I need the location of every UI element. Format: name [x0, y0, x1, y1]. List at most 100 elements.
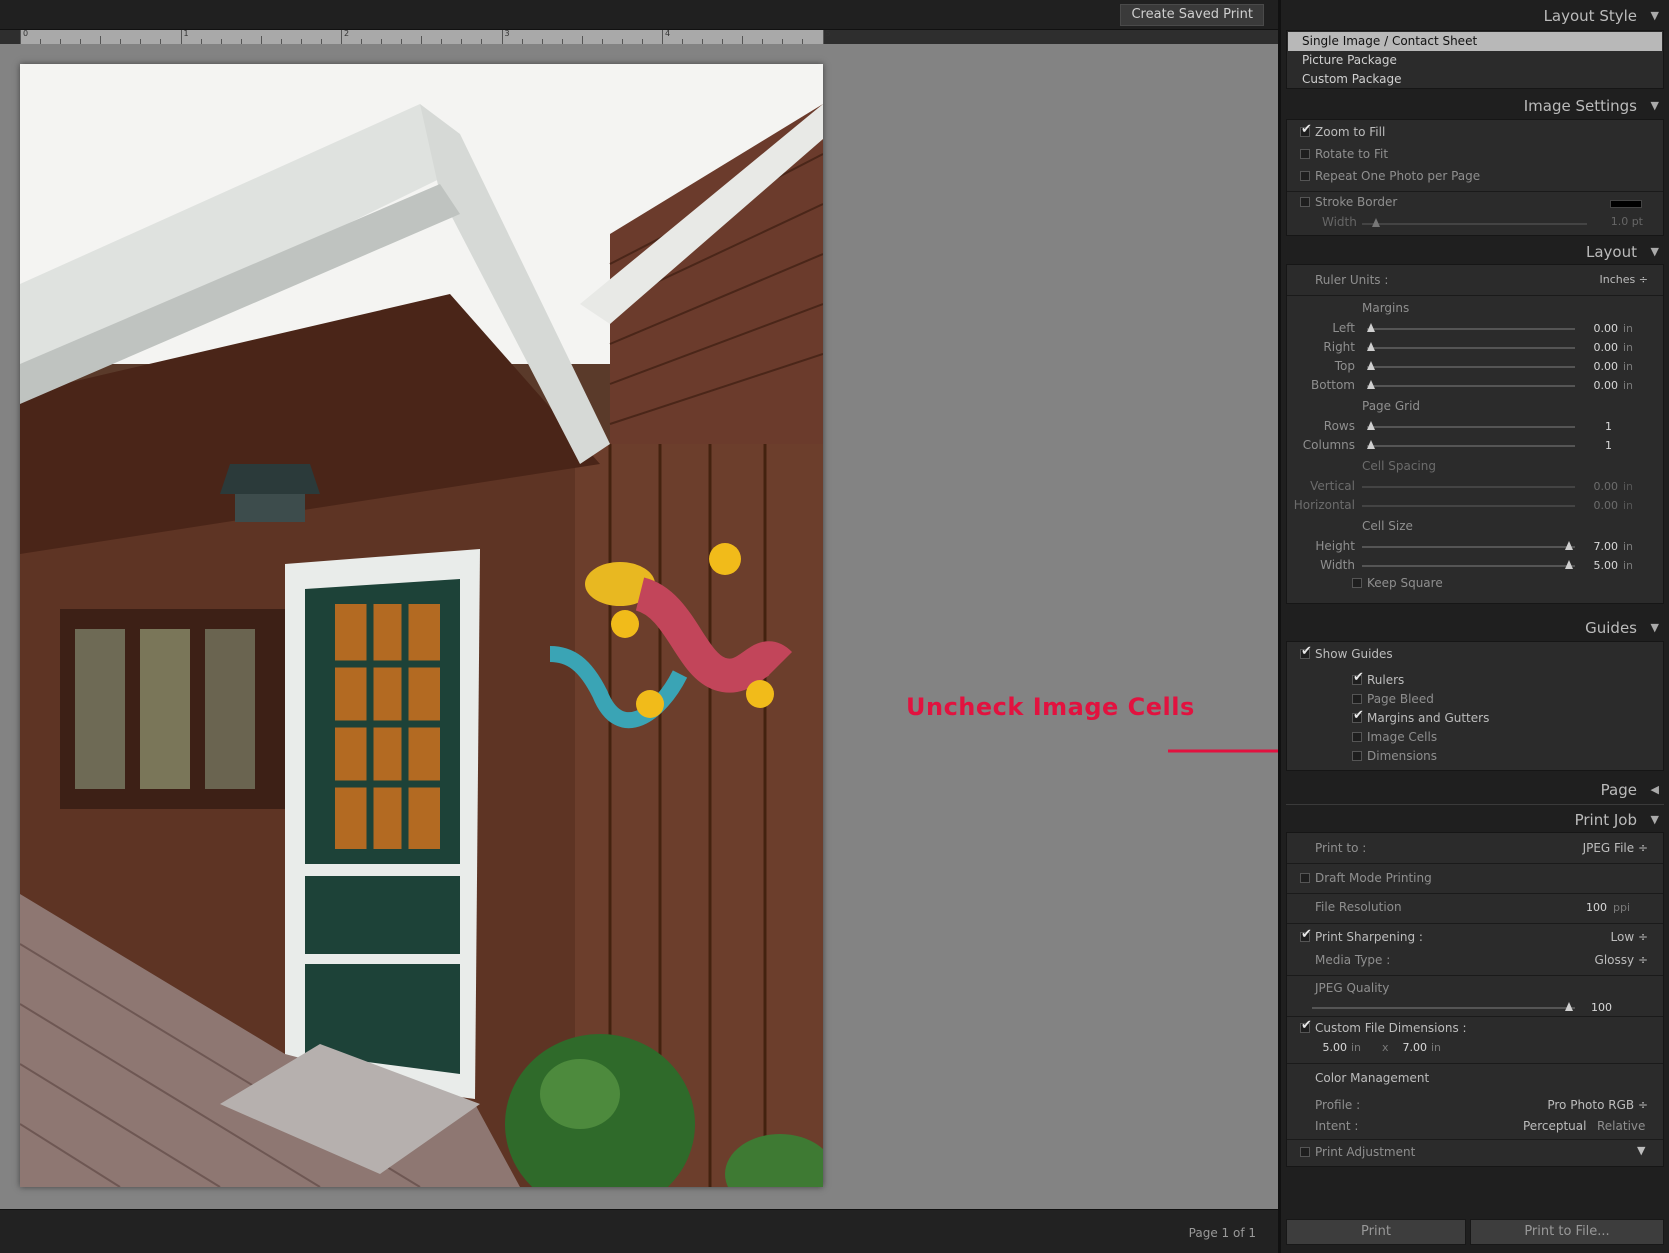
cell-width-value[interactable]: 5.00 [1582, 559, 1619, 572]
margin-top-value[interactable]: 0.00 [1582, 360, 1619, 373]
stroke-border-checkbox[interactable] [1300, 197, 1310, 207]
cell-height-slider[interactable] [1362, 541, 1575, 550]
guides-title: Guides [1585, 619, 1637, 637]
vertical-spacing-value[interactable]: 0.00 [1582, 480, 1619, 493]
margin-top-unit: in [1623, 360, 1634, 373]
rotate-to-fit-checkbox[interactable] [1300, 149, 1310, 159]
ruler-minor-tick [100, 36, 102, 44]
custom-height-value[interactable]: 7.00 [1397, 1041, 1428, 1054]
print-job-box: Print to : JPEG File ÷ Draft Mode Printi… [1286, 832, 1664, 1167]
custom-dimensions-checkbox[interactable] [1300, 1018, 1312, 1033]
image-settings-header[interactable]: Image Settings ▼ [1281, 92, 1669, 120]
cell-height-value[interactable]: 7.00 [1582, 540, 1619, 553]
print-canvas [0, 44, 1278, 1209]
collapse-arrow-icon[interactable]: ▼ [1651, 621, 1659, 634]
print-adjustment-checkbox[interactable] [1300, 1147, 1310, 1157]
print-sharpening-checkbox[interactable] [1300, 927, 1312, 942]
horizontal-spacing-slider[interactable] [1362, 505, 1575, 507]
print-to-file-button[interactable]: Print to File... [1470, 1219, 1664, 1245]
file-resolution-label: File Resolution [1315, 900, 1402, 914]
keep-square-checkbox[interactable] [1352, 578, 1362, 588]
margin-top-label: Top [1334, 359, 1355, 373]
rows-label: Rows [1323, 419, 1355, 433]
margin-left-value[interactable]: 0.00 [1582, 322, 1619, 335]
print-job-header[interactable]: Print Job ▼ [1281, 806, 1669, 834]
rows-value[interactable]: 1 [1582, 420, 1612, 433]
ruler-minor-tick [260, 36, 262, 44]
custom-dims-x: x [1382, 1041, 1389, 1054]
vertical-spacing-unit: in [1623, 480, 1634, 493]
margin-left-label: Left [1332, 321, 1355, 335]
margins-gutters-checkbox[interactable] [1352, 708, 1364, 723]
jpeg-quality-slider[interactable] [1312, 1002, 1575, 1011]
rows-slider[interactable] [1367, 421, 1575, 430]
layout-style-single-image[interactable]: Single Image / Contact Sheet [1288, 32, 1662, 51]
dimensions-checkbox[interactable] [1352, 751, 1362, 761]
ruler-track: 0 1 2 3 4 5 [20, 29, 831, 44]
dimensions-label: Dimensions [1367, 749, 1438, 763]
ruler-number: 5 [825, 29, 831, 38]
columns-label: Columns [1302, 438, 1355, 452]
draft-mode-checkbox[interactable] [1300, 873, 1310, 883]
collapse-arrow-icon[interactable]: ▼ [1651, 99, 1659, 112]
margin-bottom-value[interactable]: 0.00 [1582, 379, 1619, 392]
print-adjustment-label: Print Adjustment [1315, 1145, 1416, 1159]
rulers-checkbox[interactable] [1352, 670, 1364, 685]
intent-perceptual[interactable]: Perceptual [1523, 1119, 1586, 1133]
margin-top-slider[interactable] [1367, 361, 1575, 370]
columns-slider[interactable] [1367, 440, 1575, 449]
jpeg-quality-value[interactable]: 100 [1582, 1001, 1612, 1014]
photo-preview[interactable] [20, 64, 823, 1187]
ruler-major-tick [822, 30, 824, 44]
layout-style-custom-package[interactable]: Custom Package [1288, 70, 1662, 89]
annotation-text: Uncheck Image Cells [906, 693, 1195, 721]
stroke-width-slider[interactable] [1362, 218, 1587, 227]
profile-select[interactable]: Pro Photo RGB ÷ [1547, 1098, 1648, 1112]
media-type-select[interactable]: Glossy ÷ [1595, 953, 1648, 967]
stroke-color-swatch[interactable] [1610, 200, 1642, 208]
page-header[interactable]: Page ◀ [1281, 776, 1669, 804]
layout-box: Ruler Units : Inches ÷ Margins Left 0.00… [1286, 264, 1664, 604]
print-sharpening-select[interactable]: Low ÷ [1611, 930, 1649, 944]
intent-relative[interactable]: Relative [1597, 1119, 1645, 1133]
page-bleed-label: Page Bleed [1367, 692, 1434, 706]
print-button[interactable]: Print [1286, 1219, 1466, 1245]
margin-left-slider[interactable] [1367, 323, 1575, 332]
ruler-units-select[interactable]: Inches ÷ [1600, 273, 1648, 286]
ruler-number: 1 [183, 29, 189, 38]
bottom-status-bar: Page 1 of 1 [0, 1209, 1278, 1253]
custom-height-unit: in [1431, 1041, 1442, 1054]
margin-left-unit: in [1623, 322, 1634, 335]
margin-right-value[interactable]: 0.00 [1582, 341, 1619, 354]
layout-style-header[interactable]: Layout Style ▼ [1281, 2, 1669, 30]
print-to-select[interactable]: JPEG File ÷ [1583, 841, 1648, 855]
columns-value[interactable]: 1 [1582, 439, 1612, 452]
guides-header[interactable]: Guides ▼ [1281, 614, 1669, 642]
image-cells-checkbox[interactable] [1352, 732, 1362, 742]
repeat-one-photo-checkbox[interactable] [1300, 171, 1310, 181]
file-resolution-value[interactable]: 100 [1577, 901, 1607, 914]
print-adjustment-expand-icon[interactable]: ▼ [1637, 1144, 1645, 1157]
collapse-arrow-icon[interactable]: ▼ [1651, 813, 1659, 826]
vertical-spacing-slider[interactable] [1362, 486, 1575, 488]
layout-style-picture-package[interactable]: Picture Package [1288, 51, 1662, 70]
page-title: Page [1600, 781, 1637, 799]
zoom-to-fill-checkbox[interactable] [1300, 122, 1312, 137]
horizontal-spacing-value[interactable]: 0.00 [1582, 499, 1619, 512]
margin-right-slider[interactable] [1367, 342, 1575, 351]
custom-width-value[interactable]: 5.00 [1317, 1041, 1348, 1054]
page-bleed-checkbox[interactable] [1352, 694, 1362, 704]
cell-width-slider[interactable] [1362, 560, 1575, 569]
collapse-arrow-icon[interactable]: ▼ [1651, 9, 1659, 22]
show-guides-checkbox[interactable] [1300, 644, 1312, 659]
repeat-one-photo-label: Repeat One Photo per Page [1315, 169, 1481, 183]
expand-arrow-icon[interactable]: ◀ [1651, 783, 1659, 796]
layout-style-list: Single Image / Contact Sheet Picture Pac… [1286, 30, 1664, 89]
create-saved-print-button[interactable]: Create Saved Print [1120, 4, 1264, 26]
collapse-arrow-icon[interactable]: ▼ [1651, 245, 1659, 258]
margin-bottom-slider[interactable] [1367, 380, 1575, 389]
layout-header[interactable]: Layout ▼ [1281, 238, 1669, 266]
ruler-minor-tick [421, 36, 423, 44]
ruler-number: 4 [665, 29, 671, 38]
print-to-label: Print to : [1315, 841, 1367, 855]
